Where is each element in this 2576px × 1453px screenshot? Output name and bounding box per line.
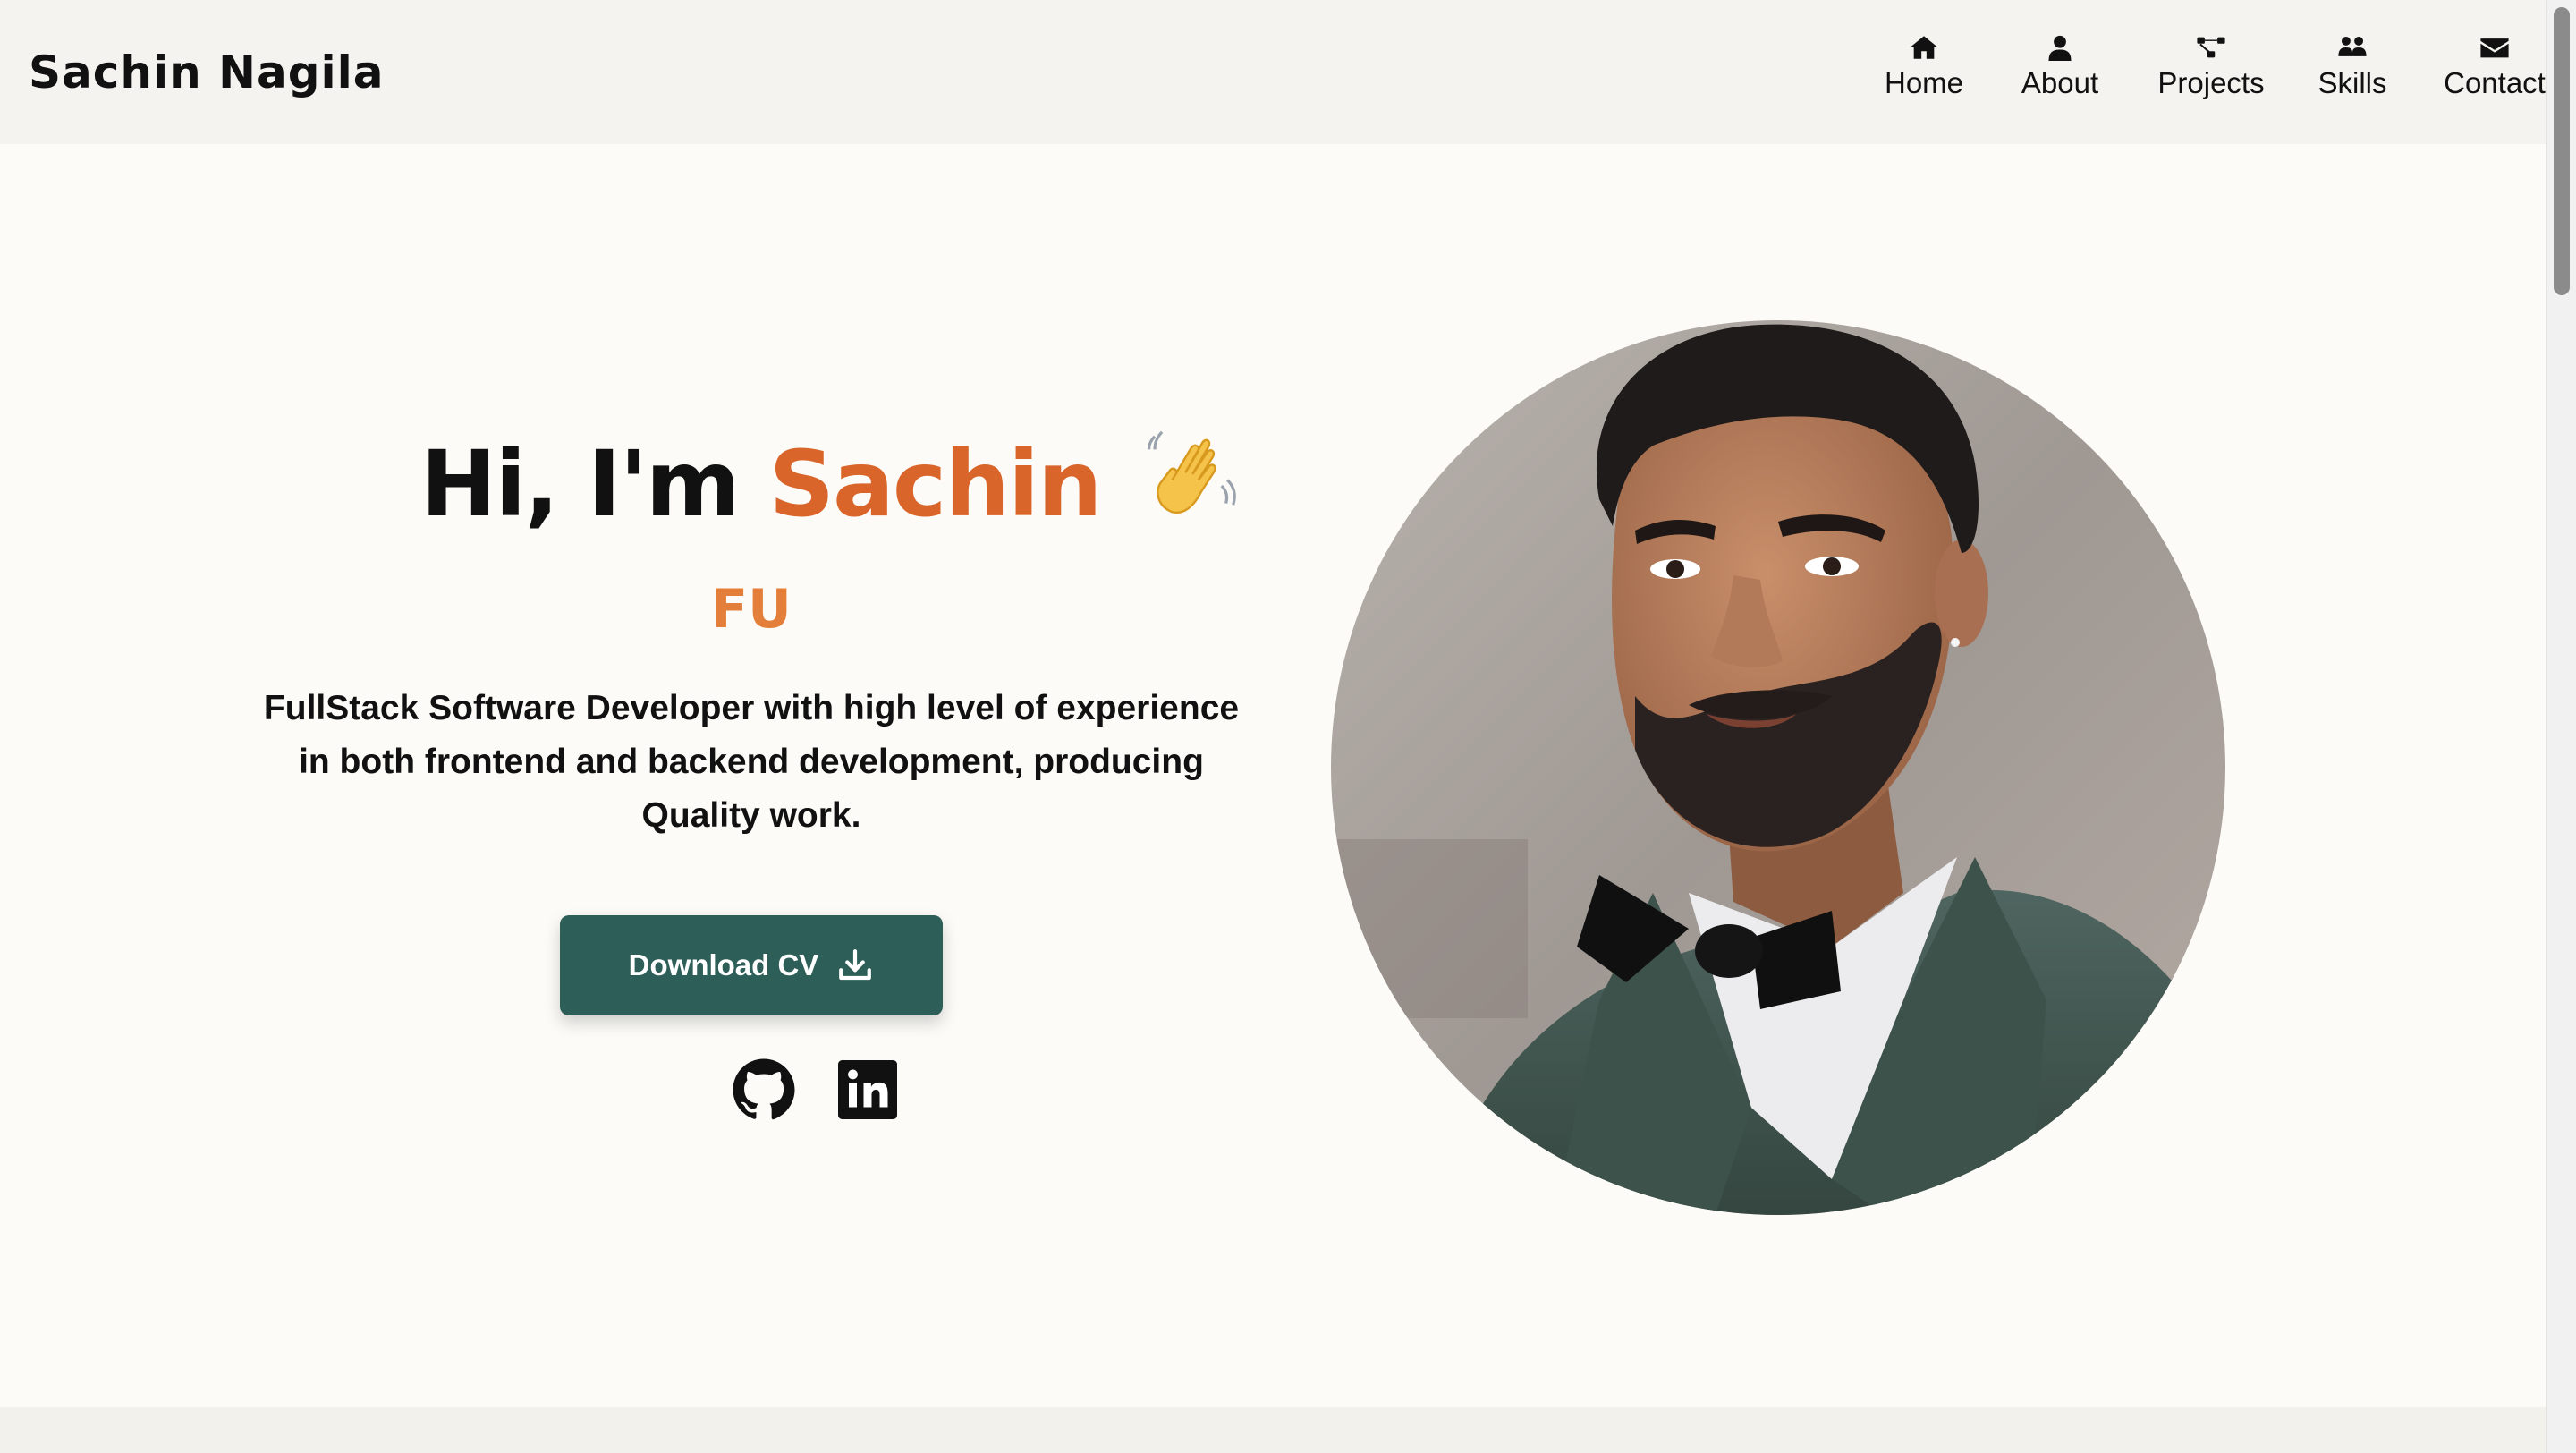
next-section-band [0,1407,2547,1453]
github-link[interactable] [732,1058,796,1122]
page-scrollbar[interactable] [2546,0,2576,1453]
tagline-line: Quality work. [641,796,861,835]
hero-greeting: Hi, I'm [420,431,741,538]
typed-role-text: FU [711,578,792,641]
home-icon [1910,36,1938,59]
waving-hand-icon [1143,428,1236,543]
download-cv-label: Download CV [628,948,819,981]
nav-label-home: Home [1884,66,1964,99]
github-icon [733,1058,795,1120]
nav-label-contact: Contact [2444,66,2546,99]
nav-label-skills: Skills [2318,66,2387,99]
nav-label-about: About [2021,66,2099,99]
tagline-line: FullStack Software Developer with high l… [263,689,1240,727]
navbar: Sachin Nagila Home About Projects Skills [0,0,2547,144]
nav-item-projects[interactable]: Projects [2154,34,2268,115]
profile-photo [1331,320,2225,1215]
nav-item-skills[interactable]: Skills [2315,34,2390,115]
download-icon [839,949,872,981]
nav-item-about[interactable]: About [2018,34,2102,115]
linkedin-icon [838,1060,897,1119]
skills-icon [2338,36,2367,56]
envelope-icon [2480,38,2509,58]
user-icon [2048,35,2072,61]
download-cv-button[interactable]: Download CV [560,915,943,1015]
project-diagram-icon [2197,37,2225,58]
nav-item-home[interactable]: Home [1884,34,1964,115]
hero-heading: Hi, I'm Sachin [420,428,1236,543]
hero-name: Sachin [768,431,1103,538]
hero-tagline: FullStack Software Developer with high l… [242,682,1261,843]
linkedin-link[interactable] [835,1058,900,1122]
site-brand[interactable]: Sachin Nagila [29,47,385,98]
scrollbar-thumb[interactable] [2554,7,2570,295]
nav-label-projects: Projects [2157,66,2265,99]
tagline-line: in both frontend and backend development… [299,743,1204,781]
nav-item-contact[interactable]: Contact [2442,34,2547,115]
